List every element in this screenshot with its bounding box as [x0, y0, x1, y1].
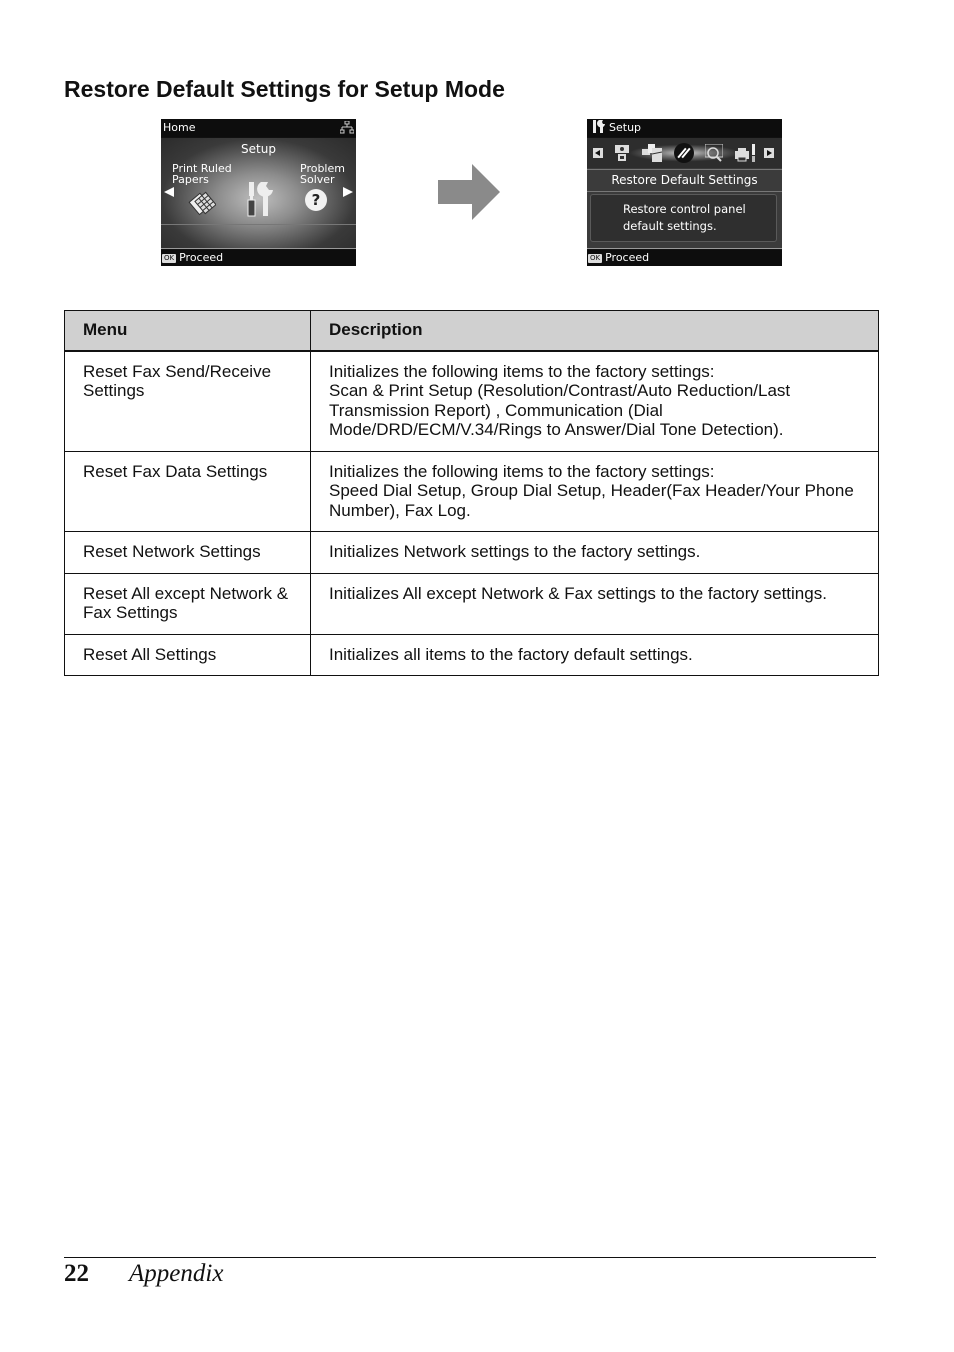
- section-name: Appendix: [129, 1260, 224, 1287]
- description-line: default settings.: [623, 219, 717, 233]
- setup-icon-row: [587, 138, 782, 168]
- menu-item-label-line: Solver: [300, 173, 335, 186]
- table-header-row: Menu Description: [64, 310, 879, 352]
- left-arrow-icon[interactable]: [164, 187, 174, 197]
- lcd-screen-home: Home Setup Print Ruled Papers Problem So…: [161, 119, 356, 266]
- ink-levels-icon[interactable]: [613, 144, 631, 162]
- divider: [587, 169, 782, 170]
- table-row: Reset Network Settings Initializes Netwo…: [64, 531, 879, 574]
- selected-item-title: Restore Default Settings: [611, 173, 758, 187]
- description-line: Initializes the following items to the f…: [329, 461, 715, 481]
- footer-rule: [64, 1257, 876, 1258]
- network-icon: [340, 121, 354, 134]
- menu-item-print-ruled-papers[interactable]: Print Ruled Papers: [172, 163, 232, 185]
- ok-bar[interactable]: OK Proceed: [161, 250, 356, 266]
- ok-action-label: Proceed: [179, 251, 224, 264]
- description-line: Initializes all items to the factory def…: [329, 644, 693, 664]
- menu-cell: Reset All except Network & Fax Settings: [64, 572, 311, 635]
- menu-cell: Reset Network Settings: [64, 531, 311, 574]
- lcd-topbar: Home: [161, 119, 356, 137]
- settings-table: Menu Description Reset Fax Send/Receive …: [64, 310, 879, 676]
- table-row: Reset Fax Send/Receive Settings Initiali…: [64, 350, 879, 452]
- description-cell: Initializes the following items to the f…: [310, 350, 879, 452]
- column-header-menu: Menu: [64, 310, 311, 352]
- menu-cell: Reset All Settings: [64, 633, 311, 676]
- description-line: Initializes the following items to the f…: [329, 361, 715, 381]
- lcd-body: Setup Print Ruled Papers Problem Solver: [161, 138, 356, 248]
- ok-key-icon: OK: [588, 254, 603, 263]
- divider: [161, 224, 356, 225]
- right-nav-icon[interactable]: [764, 148, 774, 158]
- menu-item-problem-solver[interactable]: Problem Solver: [300, 163, 345, 185]
- description-cell: Initializes All except Network & Fax set…: [310, 572, 879, 635]
- divider: [161, 248, 356, 249]
- description-cell: Initializes all items to the factory def…: [310, 633, 879, 676]
- lcd-topbar-title: Home: [163, 121, 196, 134]
- setup-tools-icon: [593, 120, 605, 133]
- page-number: 22: [64, 1260, 89, 1287]
- left-nav-icon[interactable]: [593, 148, 603, 158]
- lcd-screen-setup: Setup Restore Default Settings Restore c…: [587, 119, 782, 266]
- menu-cell: Reset Fax Data Settings: [64, 450, 311, 532]
- column-header-description: Description: [310, 310, 879, 352]
- lcd-topbar: Setup: [587, 119, 782, 137]
- description-line: Speed Dial Setup, Group Dial Setup, Head…: [329, 481, 854, 520]
- lcd-body: Restore Default Settings Restore control…: [587, 138, 782, 248]
- description-box: Restore control panel default settings.: [590, 194, 777, 242]
- description-line: Restore control panel: [623, 202, 746, 216]
- restore-default-icon[interactable]: [674, 143, 694, 163]
- mode-title: Setup: [241, 142, 276, 156]
- lcd-topbar-title: Setup: [609, 121, 642, 134]
- table-row: Reset All except Network & Fax Settings …: [64, 572, 879, 635]
- menu-cell: Reset Fax Send/Receive Settings: [64, 350, 311, 452]
- nozzle-check-icon[interactable]: [705, 144, 723, 162]
- setup-tools-icon: [247, 182, 273, 217]
- description-line: Initializes All except Network & Fax set…: [329, 583, 827, 603]
- right-arrow-icon: [438, 164, 500, 220]
- description-cell: Initializes Network settings to the fact…: [310, 531, 879, 574]
- ok-bar[interactable]: OK Proceed: [587, 250, 782, 266]
- description-line: Initializes Network settings to the fact…: [329, 542, 701, 561]
- right-arrow-icon[interactable]: [343, 187, 353, 197]
- question-icon: ?: [305, 189, 327, 211]
- description-line: Scan & Print Setup (Resolution/Contrast/…: [329, 381, 791, 439]
- maintenance-icon[interactable]: [642, 144, 664, 162]
- divider: [587, 248, 782, 249]
- page-heading: Restore Default Settings for Setup Mode: [64, 76, 505, 102]
- table-row: Reset All Settings Initializes all items…: [64, 633, 879, 676]
- printer-setup-icon[interactable]: [735, 144, 757, 162]
- table-row: Reset Fax Data Settings Initializes the …: [64, 450, 879, 532]
- menu-item-label-line: Papers: [172, 173, 209, 186]
- ruled-paper-icon: [188, 191, 216, 216]
- divider: [587, 191, 782, 192]
- description-cell: Initializes the following items to the f…: [310, 450, 879, 532]
- ok-action-label: Proceed: [605, 251, 650, 264]
- ok-key-icon: OK: [162, 254, 177, 263]
